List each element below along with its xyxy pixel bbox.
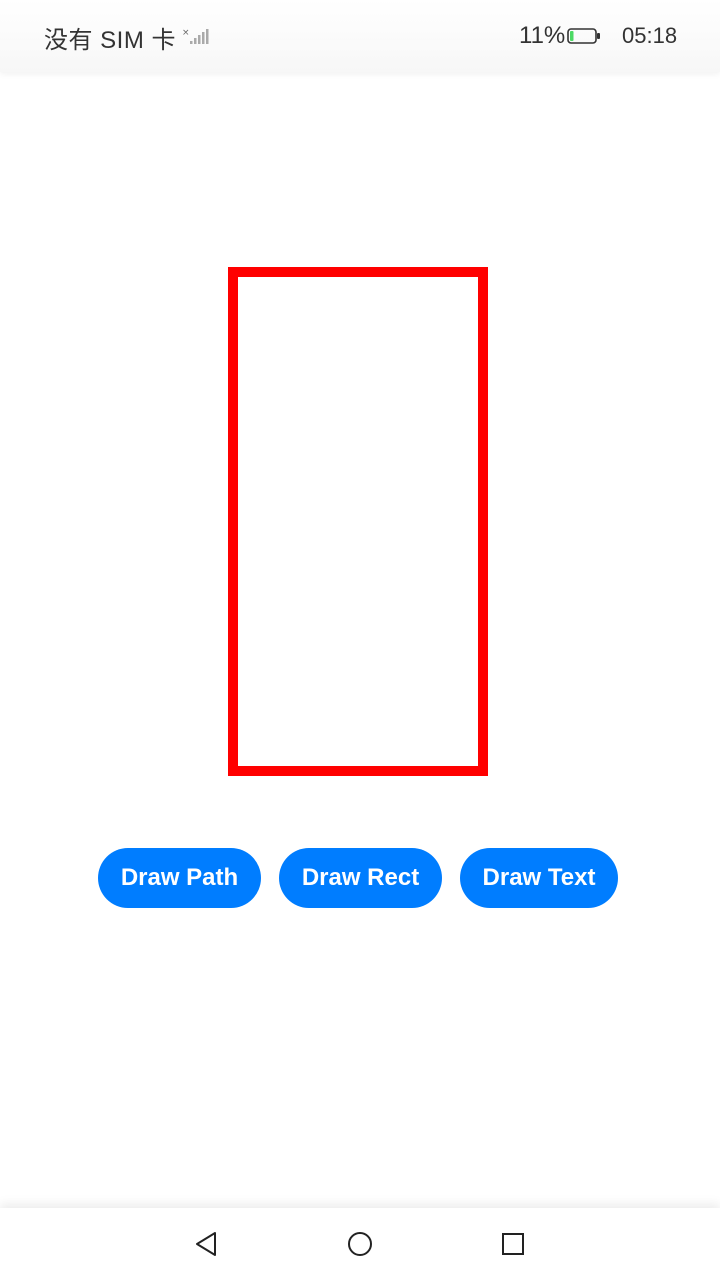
navigation-bar bbox=[0, 1208, 720, 1280]
drawn-rectangle bbox=[228, 267, 488, 776]
signal-icon: × bbox=[182, 26, 210, 46]
recent-apps-icon[interactable] bbox=[497, 1228, 529, 1260]
carrier-label: 没有 SIM 卡 bbox=[44, 27, 177, 54]
action-button-row: Draw Path Draw Rect Draw Text bbox=[0, 848, 720, 908]
home-icon[interactable] bbox=[344, 1228, 376, 1260]
back-icon[interactable] bbox=[191, 1228, 223, 1260]
draw-rect-button[interactable]: Draw Rect bbox=[279, 848, 442, 908]
status-bar: 没有 SIM 卡 × 11% 05:18 bbox=[0, 0, 720, 72]
battery-percent: 11% bbox=[519, 22, 566, 49]
clock: 05:18 bbox=[622, 23, 678, 48]
svg-text:×: × bbox=[182, 28, 190, 38]
battery-icon bbox=[567, 26, 601, 46]
draw-text-button[interactable]: Draw Text bbox=[460, 848, 618, 908]
draw-path-button[interactable]: Draw Path bbox=[98, 848, 261, 908]
